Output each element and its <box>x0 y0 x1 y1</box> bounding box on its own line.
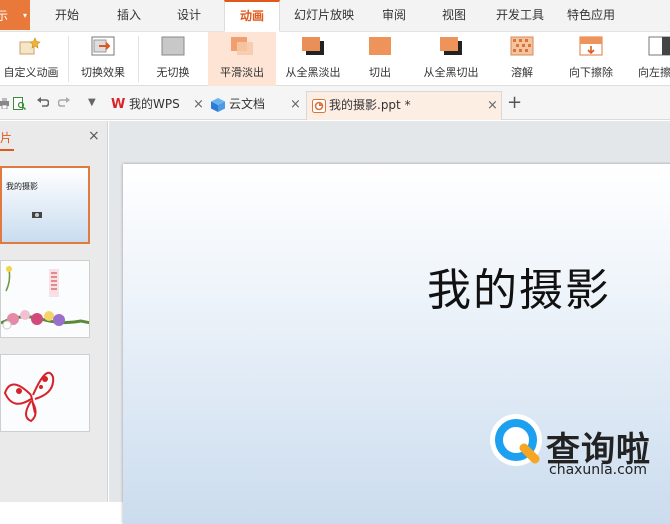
print-preview-icon[interactable] <box>13 97 26 110</box>
slide-thumbnail-1[interactable]: 我的摄影 <box>0 166 90 244</box>
tab-view[interactable]: 视图 <box>434 0 474 31</box>
new-tab-button[interactable]: + <box>507 92 522 113</box>
doc-tab-cloud-docs[interactable]: 云文档 × <box>208 91 302 120</box>
print-icon[interactable] <box>0 98 9 109</box>
tab-slideshow[interactable]: 幻灯片放映 <box>287 0 361 31</box>
cut-through-black-icon <box>440 37 462 55</box>
cut-icon <box>369 37 391 55</box>
fade-from-black-label: 从全黑淡出 <box>285 66 341 79</box>
no-transition-label: 无切换 <box>156 66 190 79</box>
close-icon[interactable]: × <box>193 91 204 118</box>
wipe-down-icon <box>579 36 603 56</box>
close-icon[interactable]: × <box>487 92 498 119</box>
custom-animation-icon <box>19 37 41 55</box>
slide-thumbnail-panel: 片 × 我的摄影 <box>0 121 108 502</box>
menu-bar: 示 ▾ 开始 插入 设计 动画 幻灯片放映 审阅 视图 开发工具 特色应用 <box>0 0 670 32</box>
doc-tab-my-wps[interactable]: W 我的WPS × <box>108 91 204 120</box>
no-transition-button[interactable]: 无切换 <box>146 32 200 86</box>
doc-tab-label: 我的WPS <box>129 97 180 111</box>
fade-smoothly-icon <box>231 37 253 55</box>
flowers-image <box>1 261 89 337</box>
chevron-down-icon: ▾ <box>22 10 27 20</box>
fade-smoothly-button[interactable]: 平滑淡出 <box>208 32 276 86</box>
cut-through-black-label: 从全黑切出 <box>423 66 479 79</box>
no-transition-icon <box>161 36 185 56</box>
wps-logo-icon: W <box>111 97 126 112</box>
slide-title[interactable]: 我的摄影 <box>427 254 611 318</box>
watermark-url: chaxunla.com <box>549 462 647 478</box>
slide-thumbnail-3[interactable] <box>0 354 90 432</box>
panel-title-underline <box>0 149 14 151</box>
tab-home[interactable]: 开始 <box>44 0 90 31</box>
wipe-down-label: 向下擦除 <box>569 66 613 79</box>
fade-from-black-icon <box>302 37 324 55</box>
app-menu-label: 示 <box>0 8 9 23</box>
cut-through-black-button[interactable]: 从全黑切出 <box>418 32 484 86</box>
tab-review[interactable]: 审阅 <box>374 0 414 31</box>
custom-animation-button[interactable]: 自定义动画 <box>0 32 62 86</box>
close-icon[interactable]: × <box>88 128 100 144</box>
custom-animation-label: 自定义动画 <box>3 66 59 79</box>
search-logo-icon <box>490 414 542 466</box>
tab-design[interactable]: 设计 <box>166 0 212 31</box>
dissolve-icon <box>510 36 534 56</box>
doc-tab-label: 我的摄影.ppt * <box>329 98 411 112</box>
tab-animation[interactable]: 动画 <box>224 0 280 32</box>
doc-tab-label: 云文档 <box>229 97 266 111</box>
ribbon-divider <box>68 36 69 82</box>
site-watermark: 查询啦 chaxunla.com <box>486 406 666 486</box>
fade-from-black-button[interactable]: 从全黑淡出 <box>282 32 344 86</box>
undo-icon[interactable] <box>36 97 49 109</box>
dissolve-label: 溶解 <box>511 66 533 79</box>
wipe-left-label: 向左擦 <box>638 66 670 79</box>
document-tab-bar: ▼ W 我的WPS × 云文档 × 我的摄影.ppt * × + <box>0 86 670 120</box>
cloud-doc-icon <box>211 98 225 112</box>
fade-smoothly-label: 平滑淡出 <box>220 66 264 79</box>
slide-thumbnail-2[interactable] <box>0 260 90 338</box>
butterfly-image <box>1 355 89 431</box>
panel-title: 片 <box>0 131 13 145</box>
wipe-left-icon <box>648 36 670 56</box>
quick-access-dropdown[interactable]: ▼ <box>88 97 96 108</box>
close-icon[interactable]: × <box>290 91 301 118</box>
wipe-down-button[interactable]: 向下擦除 <box>560 32 622 86</box>
dissolve-button[interactable]: 溶解 <box>494 32 550 86</box>
tab-features[interactable]: 特色应用 <box>560 0 622 31</box>
transition-effect-icon <box>91 36 115 56</box>
thumbnail-title: 我的摄影 <box>6 182 38 191</box>
thumbnail-mini-image <box>32 212 42 218</box>
tab-developer[interactable]: 开发工具 <box>489 0 551 31</box>
ribbon-divider <box>138 36 139 82</box>
transition-effect-button[interactable]: 切换效果 <box>74 32 132 86</box>
transition-effect-label: 切换效果 <box>81 66 125 79</box>
app-menu-button[interactable]: 示 ▾ <box>0 0 30 30</box>
redo-icon[interactable] <box>58 97 71 109</box>
cut-label: 切出 <box>369 66 391 79</box>
tab-insert[interactable]: 插入 <box>106 0 152 31</box>
doc-tab-my-photography[interactable]: 我的摄影.ppt * × <box>306 91 502 120</box>
presentation-file-icon <box>312 99 326 113</box>
ribbon: 自定义动画 切换效果 无切换 平滑淡出 从全黑淡出 切出 从全黑切出 溶解 向下… <box>0 32 670 86</box>
wipe-left-button[interactable]: 向左擦 <box>632 32 670 86</box>
cut-button[interactable]: 切出 <box>352 32 408 86</box>
